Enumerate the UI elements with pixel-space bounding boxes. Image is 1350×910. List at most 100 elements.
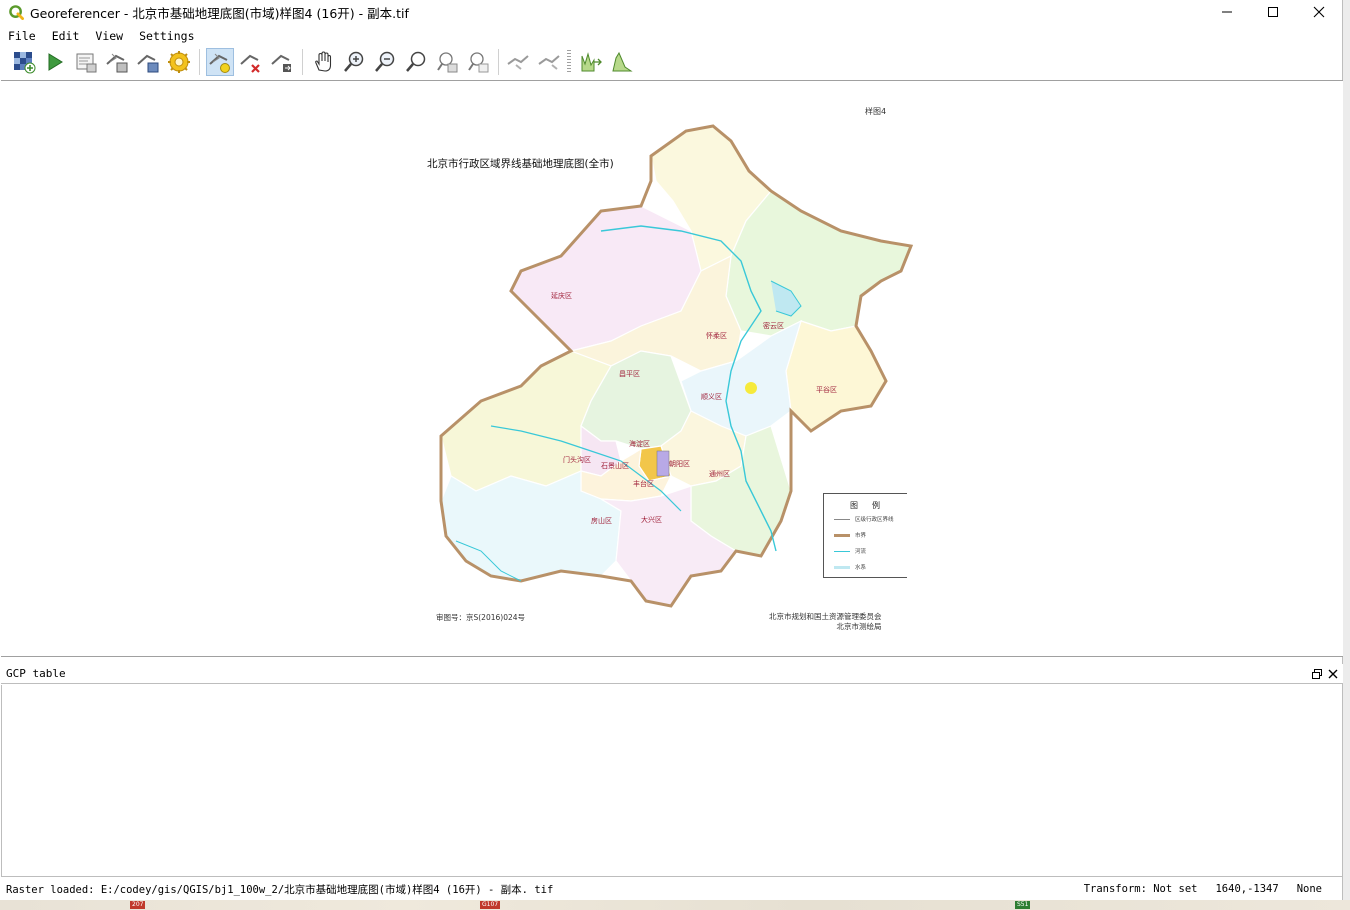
coordinate-readout: 1640,-1347	[1215, 883, 1279, 895]
gcp-table-header: GCP table	[1, 664, 1343, 684]
crs-status[interactable]: None	[1297, 883, 1322, 895]
legend-swatch-river	[834, 550, 850, 552]
maximize-button[interactable]	[1250, 0, 1296, 24]
menu-view[interactable]: View	[87, 27, 131, 45]
close-button[interactable]	[1296, 0, 1342, 24]
district-label-daxing: 大兴区	[641, 516, 662, 524]
add-point-button[interactable]	[206, 48, 234, 76]
toolbar-handle[interactable]	[567, 50, 571, 74]
legend-swatch-city-line	[834, 533, 850, 537]
window-title: Georeferencer - 北京市基础地理底图(市域)样图4 (16开) -…	[30, 5, 409, 21]
close-panel-button[interactable]	[1325, 666, 1341, 682]
map-publisher-line: 北京市测绘局	[836, 622, 882, 631]
district-label-mentougou: 门头沟区	[563, 456, 591, 464]
district-label-miyun: 密云区	[763, 322, 784, 330]
legend-swatch-water	[834, 565, 850, 569]
transform-status: Transform: Not set	[1083, 883, 1198, 895]
gcp-table-title: GCP table	[6, 667, 66, 680]
gcp-table[interactable]	[1, 685, 1343, 877]
legend-item: 区级行政区界线	[834, 515, 894, 523]
zoom-out-button[interactable]	[371, 48, 399, 76]
local-histogram-stretch-icon	[612, 51, 633, 72]
district-label-changping: 昌平区	[619, 370, 640, 378]
load-gcp-points-button[interactable]	[103, 48, 131, 76]
full-histogram-stretch-button[interactable]	[577, 48, 605, 76]
status-bar: Raster loaded: E:/codey/gis/QGIS/bj1_100…	[0, 878, 1342, 900]
open-raster-icon	[14, 52, 36, 74]
zoom-to-layer-button[interactable]	[402, 48, 430, 76]
local-histogram-stretch-button[interactable]	[608, 48, 636, 76]
zoom-to-layer-icon	[406, 51, 426, 72]
pan-icon	[315, 51, 332, 72]
move-gcp-point-button[interactable]	[268, 48, 296, 76]
district-label-fangshan: 房山区	[591, 517, 612, 525]
add-point-icon	[209, 53, 230, 73]
move-gcp-point-icon	[271, 54, 291, 72]
full-histogram-stretch-icon	[581, 52, 602, 72]
legend-title: 图例	[850, 501, 894, 510]
zoom-out-icon	[375, 51, 395, 72]
central-district	[656, 450, 670, 477]
legend-swatch-district-line	[834, 518, 850, 520]
link-qgis-to-georeferencer-button[interactable]	[536, 48, 564, 76]
map-canvas[interactable]: 样图4 北京市行政区域界线基础地理底图(全市) 延庆区 怀柔区 密云区 昌平区 …	[1, 80, 1343, 657]
background-window-edge	[1342, 0, 1350, 910]
qgis-logo-icon	[8, 4, 24, 20]
pan-button[interactable]	[309, 48, 337, 76]
minimize-icon	[1222, 11, 1232, 13]
close-icon	[1313, 6, 1325, 18]
zoom-last-button[interactable]	[433, 48, 461, 76]
road-label: 207	[130, 901, 146, 909]
link-georeferencer-to-qgis-button[interactable]	[505, 48, 533, 76]
delete-point-icon	[240, 54, 260, 73]
delete-point-button[interactable]	[237, 48, 265, 76]
beijing-map-image	[439, 124, 914, 608]
district-miyun	[725, 190, 912, 337]
district-label-shunyi: 顺义区	[701, 393, 722, 401]
menu-bar: File Edit View Settings	[0, 27, 203, 45]
menu-edit[interactable]: Edit	[44, 27, 88, 45]
load-gcp-points-icon	[106, 53, 128, 73]
zoom-last-icon	[437, 52, 458, 73]
toolbar-separator	[498, 49, 499, 75]
reservoir	[745, 382, 757, 394]
status-message: Raster loaded: E:/codey/gis/QGIS/bj1_100…	[6, 883, 554, 896]
float-panel-button[interactable]	[1309, 666, 1325, 682]
start-georeferencing-icon	[48, 53, 63, 71]
legend-item: 市界	[834, 531, 866, 539]
title-bar: Georeferencer - 北京市基础地理底图(市域)样图4 (16开) -…	[0, 0, 1342, 24]
georeferencer-toolbar	[0, 46, 1342, 78]
gear-icon	[168, 51, 190, 73]
district-label-fengtai: 丰台区	[633, 480, 654, 488]
toolbar-separator	[302, 49, 303, 75]
zoom-next-icon	[468, 52, 489, 73]
district-label-chaoyang: 朝阳区	[669, 460, 690, 468]
district-label-shijingshan: 石景山区	[601, 462, 629, 470]
toolbar-separator	[199, 49, 200, 75]
generate-gdal-script-icon	[76, 53, 97, 73]
save-gcp-points-button[interactable]	[134, 48, 162, 76]
district-label-yanqing: 延庆区	[551, 292, 572, 300]
background-window-strip	[0, 900, 1350, 910]
zoom-next-button[interactable]	[464, 48, 492, 76]
map-legend: 图例 区级行政区界线 市界 河流 水系	[823, 493, 907, 578]
save-gcp-points-icon	[137, 54, 159, 73]
close-icon	[1328, 669, 1338, 679]
float-window-icon	[1312, 669, 1322, 679]
start-georeferencing-button[interactable]	[41, 48, 69, 76]
map-publisher-line: 北京市规划和国土资源管理委员会	[769, 612, 882, 621]
legend-item: 水系	[834, 563, 866, 571]
menu-file[interactable]: File	[0, 27, 44, 45]
open-raster-button[interactable]	[10, 48, 38, 76]
district-label-huairou: 怀柔区	[706, 332, 727, 340]
menu-settings[interactable]: Settings	[131, 27, 202, 45]
transformation-settings-button[interactable]	[165, 48, 193, 76]
legend-item: 河流	[834, 547, 866, 555]
zoom-in-button[interactable]	[340, 48, 368, 76]
district-label-haidian: 海淀区	[629, 440, 650, 448]
road-label: G107	[480, 901, 501, 909]
district-label-pinggu: 平谷区	[816, 386, 837, 394]
minimize-button[interactable]	[1204, 0, 1250, 24]
link-georeferencer-to-qgis-icon	[507, 55, 529, 70]
generate-gdal-script-button[interactable]	[72, 48, 100, 76]
